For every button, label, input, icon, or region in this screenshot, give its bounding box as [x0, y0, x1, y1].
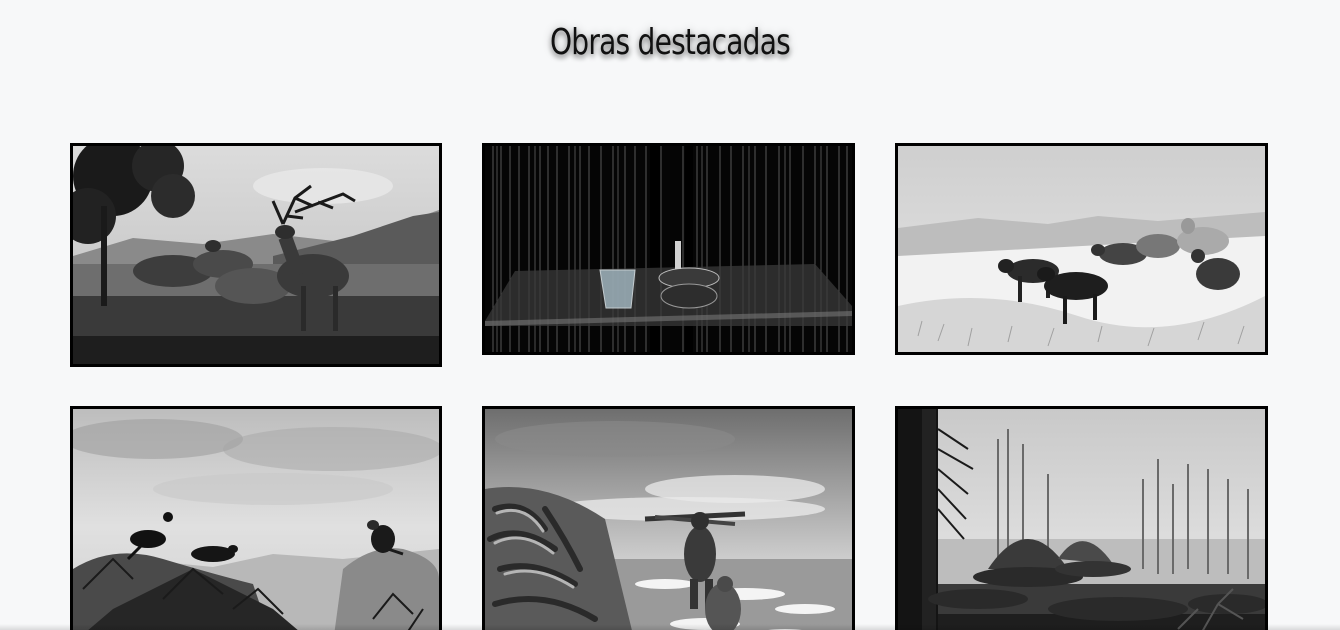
- artwork-image-prehistoric-figures: [485, 409, 852, 630]
- artwork-image-elk: [73, 146, 439, 364]
- artwork-image-wolves: [898, 146, 1265, 352]
- artwork-card-elk[interactable]: [70, 143, 442, 367]
- artwork-image-vultures: [73, 409, 439, 630]
- artwork-image-dimetrodon: [898, 409, 1265, 630]
- artwork-image-rain-installation: [485, 146, 852, 352]
- artwork-card-prehistoric-figures[interactable]: [482, 406, 855, 630]
- artwork-card-rain-installation[interactable]: [482, 143, 855, 355]
- page: Obras destacadas: [0, 0, 1340, 630]
- artwork-card-wolves[interactable]: [895, 143, 1268, 355]
- scroll-fade: [0, 624, 1340, 630]
- page-title: Obras destacadas: [549, 22, 791, 63]
- artwork-card-vultures[interactable]: [70, 406, 442, 630]
- artwork-card-dimetrodon[interactable]: [895, 406, 1268, 630]
